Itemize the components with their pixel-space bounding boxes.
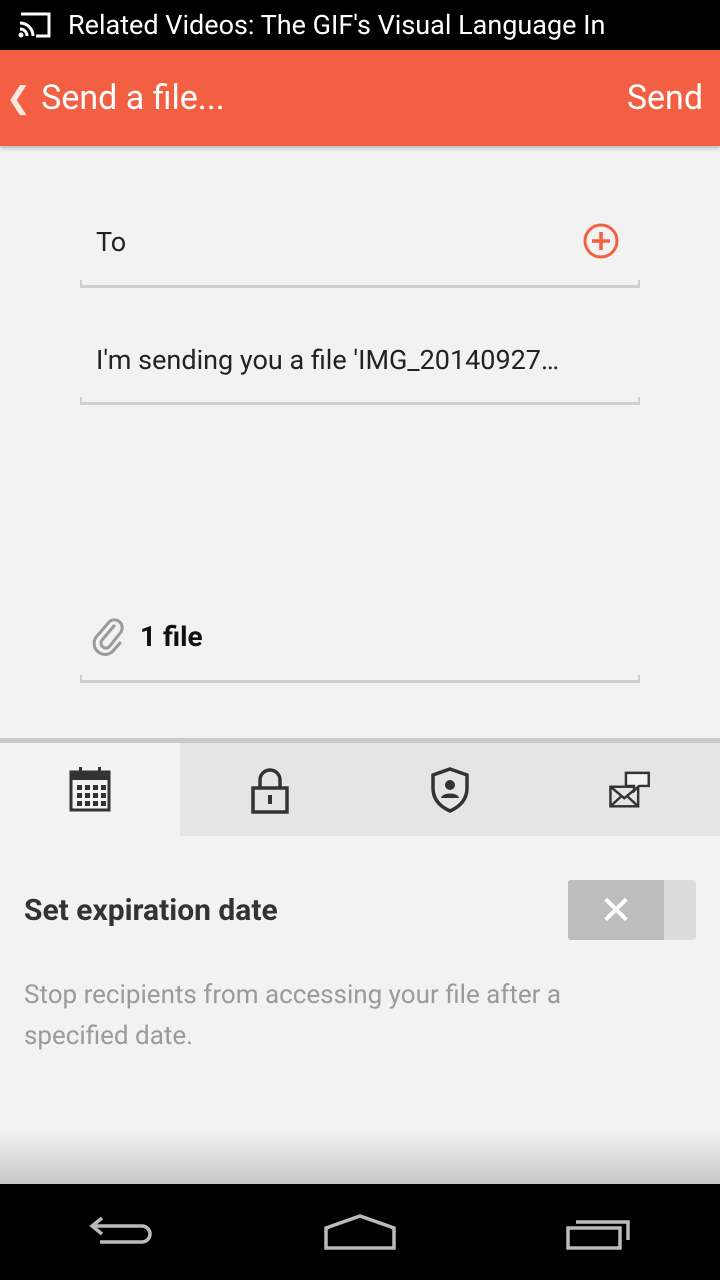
- bottom-shadow: [0, 1130, 720, 1184]
- lock-icon: [251, 767, 289, 814]
- message-field[interactable]: I'm sending you a file 'IMG_20140927…: [80, 318, 640, 405]
- home-icon[interactable]: [320, 1210, 400, 1254]
- notification-title: Related Videos: The GIF's Visual Languag…: [68, 9, 606, 41]
- to-label: To: [96, 226, 127, 258]
- setting-title: Set expiration date: [24, 893, 278, 928]
- calendar-icon: [69, 766, 111, 811]
- tab-security[interactable]: [360, 743, 540, 836]
- setting-description: Stop recipients from accessing your file…: [24, 980, 562, 1051]
- plus-circle-icon[interactable]: [582, 222, 620, 260]
- back-icon[interactable]: [80, 1210, 160, 1254]
- tab-password[interactable]: [180, 743, 360, 836]
- cast-icon: [18, 12, 51, 38]
- toggle-off-knob[interactable]: ✕: [568, 880, 664, 940]
- send-button[interactable]: Send: [627, 78, 703, 118]
- paperclip-icon: [92, 618, 124, 656]
- attachment-field[interactable]: 1 file: [80, 600, 640, 683]
- shield-user-icon: [431, 766, 469, 813]
- page-title[interactable]: Send a file...: [41, 78, 627, 118]
- expiration-toggle[interactable]: ✕: [568, 880, 696, 940]
- status-bar: Related Videos: The GIF's Visual Languag…: [0, 0, 720, 50]
- file-count: 1 file: [140, 620, 203, 653]
- tab-message[interactable]: [540, 743, 720, 836]
- message-text: I'm sending you a file 'IMG_20140927…: [96, 344, 560, 376]
- to-field[interactable]: To: [80, 200, 640, 288]
- recents-icon[interactable]: [560, 1210, 640, 1254]
- option-tabs: [0, 738, 720, 836]
- envelope-chat-icon: [609, 771, 650, 808]
- navigation-bar: [0, 1184, 720, 1280]
- action-bar: ❮ Send a file... Send: [0, 50, 720, 146]
- chevron-left-icon[interactable]: ❮: [6, 81, 31, 116]
- tab-expiration[interactable]: [0, 743, 180, 836]
